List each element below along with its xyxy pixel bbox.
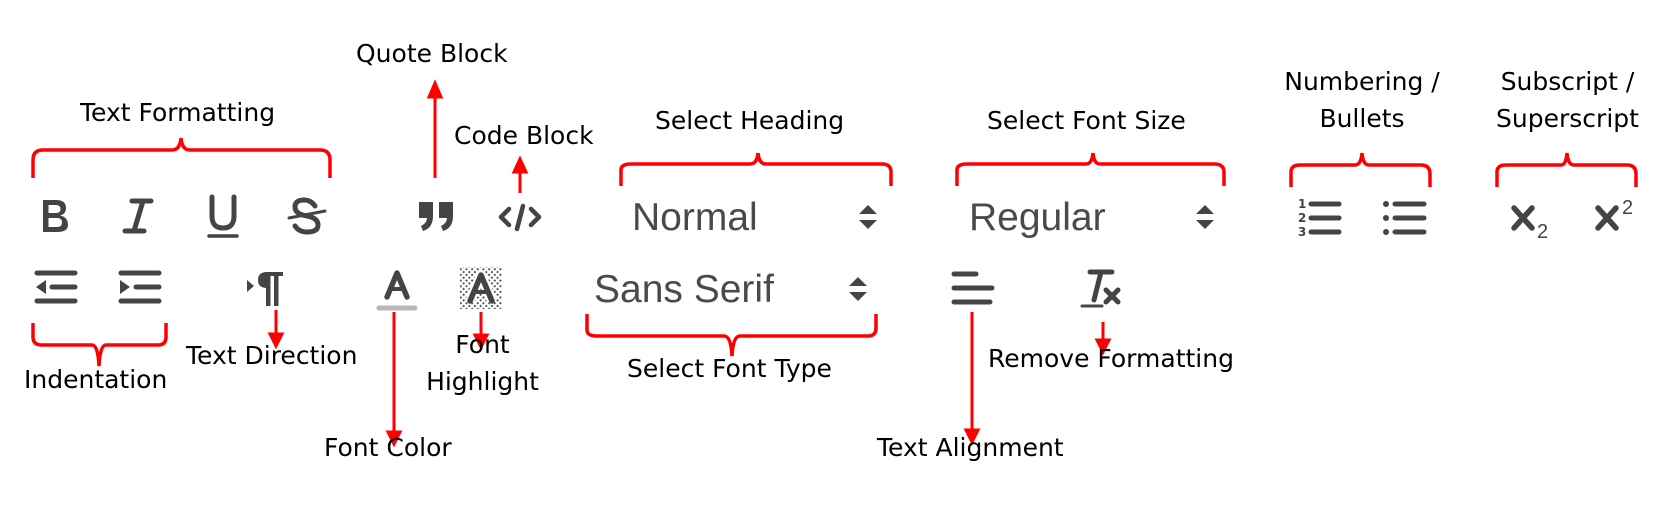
label-font-highlight-line1: Font — [455, 330, 510, 359]
font-highlight-icon[interactable] — [458, 265, 504, 311]
font-color-icon[interactable] — [375, 268, 419, 312]
label-select-font-size: Select Font Size — [987, 106, 1186, 135]
subscript-icon[interactable]: 2 — [1510, 198, 1560, 240]
ordered-list-icon[interactable]: 123 — [1297, 196, 1343, 238]
superscript-index: 2 — [1622, 197, 1633, 219]
subscript-index: 2 — [1537, 221, 1548, 240]
bold-icon[interactable] — [38, 196, 72, 236]
indent-icon[interactable] — [117, 268, 163, 306]
bracket-indentation — [31, 323, 168, 367]
text-direction-icon[interactable] — [245, 268, 291, 308]
bracket-sub-superscript — [1495, 152, 1638, 187]
bracket-select-font-size — [955, 152, 1226, 186]
bracket-text-formatting — [31, 137, 332, 178]
remove-formatting-icon[interactable] — [1078, 266, 1128, 312]
font-type-select[interactable]: Sans Serif — [594, 268, 874, 312]
label-text-direction: Text Direction — [186, 341, 358, 370]
svg-text:3: 3 — [1298, 225, 1306, 238]
strikethrough-icon[interactable] — [286, 196, 328, 236]
label-numbering-bullets-line2: Bullets — [1319, 104, 1405, 133]
heading-select[interactable]: Normal — [632, 196, 888, 240]
font-type-select-caret-icon[interactable] — [847, 274, 869, 304]
heading-select-caret-icon[interactable] — [857, 202, 879, 232]
label-font-highlight-line2: Highlight — [426, 367, 539, 396]
bracket-numbering-bullets — [1289, 152, 1432, 187]
heading-select-value: Normal — [632, 196, 758, 239]
label-text-formatting: Text Formatting — [80, 98, 276, 127]
bullet-list-icon[interactable] — [1382, 196, 1428, 238]
superscript-icon[interactable]: 2 — [1594, 196, 1646, 238]
text-align-icon[interactable] — [950, 268, 996, 310]
code-block-icon[interactable] — [497, 202, 543, 232]
label-code-block: Code Block — [454, 121, 594, 150]
italic-icon[interactable] — [120, 196, 156, 236]
label-select-font-type: Select Font Type — [627, 354, 832, 383]
svg-text:2: 2 — [1298, 211, 1306, 225]
underline-icon[interactable] — [205, 194, 241, 240]
font-size-select-value: Regular — [969, 196, 1106, 239]
label-sub-superscript-line1: Subscript / — [1500, 67, 1635, 96]
label-select-heading: Select Heading — [655, 106, 845, 135]
label-numbering-bullets-line1: Numbering / — [1284, 67, 1440, 96]
label-remove-formatting: Remove Formatting — [988, 344, 1234, 373]
label-numbering-bullets: Numbering / Bullets — [1276, 63, 1448, 137]
outdent-icon[interactable] — [33, 268, 79, 306]
svg-text:1: 1 — [1298, 197, 1306, 211]
font-type-select-value: Sans Serif — [594, 268, 774, 311]
font-size-select[interactable]: Regular — [969, 196, 1225, 240]
label-sub-superscript-line2: Superscript — [1496, 104, 1639, 133]
label-sub-superscript: Subscript / Superscript — [1490, 63, 1645, 137]
bracket-select-heading — [619, 152, 893, 186]
font-size-select-caret-icon[interactable] — [1194, 202, 1216, 232]
quote-block-icon[interactable] — [417, 198, 457, 234]
label-font-color: Font Color — [324, 433, 452, 462]
label-quote-block: Quote Block — [356, 39, 508, 68]
label-text-alignment: Text Alignment — [877, 433, 1064, 462]
label-font-highlight: Font Highlight — [420, 326, 545, 400]
label-indentation: Indentation — [24, 365, 168, 394]
